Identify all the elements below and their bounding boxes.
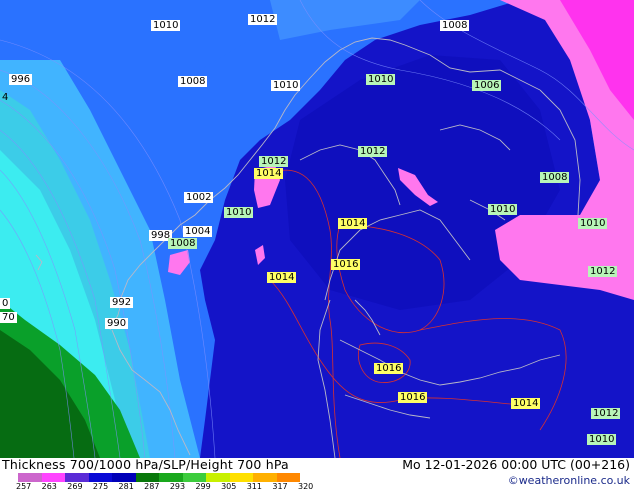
pressure-label: 992 [110, 297, 134, 308]
legend-swatch [135, 473, 159, 482]
pressure-label-edge: 0 [0, 298, 11, 309]
pressure-label: 1014 [267, 272, 297, 283]
pressure-label: 1004 [183, 226, 213, 237]
pressure-label: 1016 [331, 259, 361, 270]
pressure-label: 1014 [254, 168, 284, 179]
pressure-label: 1012 [591, 408, 621, 419]
pressure-label: 1010 [488, 204, 518, 215]
forecast-timestamp: Mo 12-01-2026 00:00 UTC (00+216) [402, 457, 630, 472]
pressure-label: 1010 [271, 80, 301, 91]
legend-swatch [112, 473, 136, 482]
pressure-label: 1012 [588, 266, 618, 277]
pressure-label: 1010 [224, 207, 254, 218]
legend-swatch [182, 473, 206, 482]
pressure-label: 1012 [358, 146, 388, 157]
pressure-label: 1010 [578, 218, 608, 229]
map-footer: Thickness 700/1000 hPa/SLP/Height 700 hP… [0, 457, 634, 491]
map-title: Thickness 700/1000 hPa/SLP/Height 700 hP… [2, 457, 289, 472]
pressure-label: 1008 [178, 76, 208, 87]
legend-swatch [41, 473, 65, 482]
pressure-label: 1006 [472, 80, 502, 91]
pressure-label: 1010 [587, 434, 617, 445]
pressure-label: 996 [9, 74, 33, 85]
color-legend [18, 473, 300, 482]
pressure-label: 990 [105, 318, 129, 329]
pressure-label: 1014 [511, 398, 541, 409]
pressure-label: 1012 [259, 156, 289, 167]
pressure-label: 1010 [366, 74, 396, 85]
pressure-label: 1008 [440, 20, 470, 31]
legend-swatch [253, 473, 277, 482]
pressure-label: 1014 [338, 218, 368, 229]
legend-swatch [88, 473, 112, 482]
pressure-label: 1010 [151, 20, 181, 31]
pressure-label-edge: 4 [2, 92, 9, 103]
pressure-label: 1016 [374, 363, 404, 374]
pressure-label: 1008 [540, 172, 570, 183]
pressure-label: 1008 [168, 238, 198, 249]
thickness-field [0, 0, 634, 458]
legend-swatch [18, 473, 42, 482]
pressure-label: 1012 [248, 14, 278, 25]
site-credit[interactable]: ©weatheronline.co.uk [508, 475, 630, 487]
legend-swatch [65, 473, 89, 482]
legend-swatch [159, 473, 183, 482]
weather-map [0, 0, 634, 458]
legend-swatch [206, 473, 230, 482]
pressure-label-edge: 70 [0, 312, 17, 323]
pressure-label: 1016 [398, 392, 428, 403]
legend-swatch [229, 473, 253, 482]
pressure-label: 1002 [184, 192, 214, 203]
legend-swatch [276, 473, 300, 482]
